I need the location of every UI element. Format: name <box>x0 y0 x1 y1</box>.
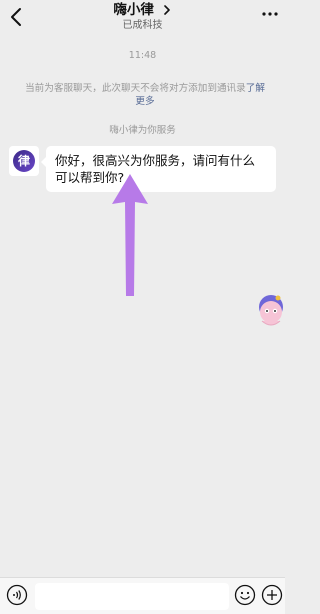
service-label: 嗨小律为你服务 <box>109 125 176 136</box>
input-bar <box>0 577 285 614</box>
up-arrow-annotation-icon <box>112 174 148 296</box>
emoji-icon[interactable] <box>234 584 256 606</box>
floating-assistant-avatar[interactable] <box>254 293 285 331</box>
header-title-block[interactable]: 嗨小律 已成科技 <box>0 2 285 32</box>
message-timestamp: 11:48 <box>128 50 157 61</box>
plus-icon[interactable] <box>261 584 283 606</box>
customer-service-notice: 当前为客服聊天，此次聊天不会将对方添加到通讯录了解更多 <box>22 82 268 108</box>
chat-title[interactable]: 嗨小律 <box>0 2 285 18</box>
notice-text: 当前为客服聊天，此次聊天不会将对方添加到通讯录 <box>25 83 246 94</box>
chat-header: 嗨小律 已成科技 <box>0 0 285 38</box>
voice-icon[interactable] <box>6 584 28 606</box>
message-text: 你好，很高兴为你服务，请问有什么可以帮到你? <box>55 153 256 185</box>
agent-avatar[interactable]: 律 <box>9 146 39 176</box>
chat-subtitle: 已成科技 <box>122 20 163 31</box>
message-bubble[interactable]: 你好，很高兴为你服务，请问有什么可以帮到你? <box>41 146 276 192</box>
message-input[interactable] <box>35 583 229 610</box>
more-icon[interactable] <box>261 9 279 19</box>
chevron-right-icon <box>163 5 170 15</box>
avatar-logo: 律 <box>13 150 35 172</box>
chat-title-text: 嗨小律 <box>113 2 154 18</box>
